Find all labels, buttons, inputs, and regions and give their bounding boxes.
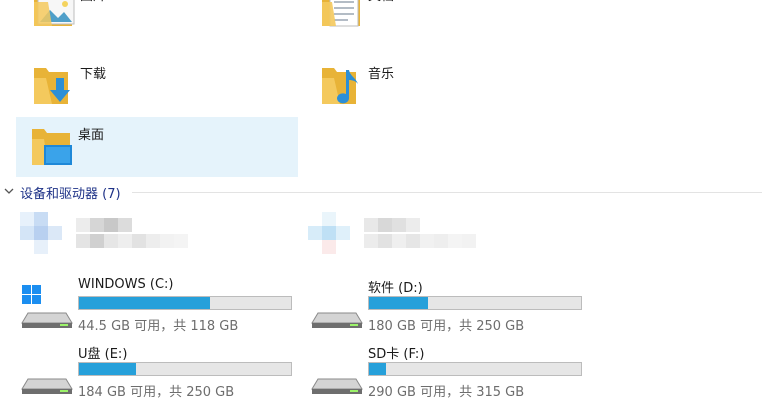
devices-section-header[interactable]: 设备和驱动器 (7) bbox=[0, 180, 770, 204]
folder-item-documents[interactable]: 文档 bbox=[306, 0, 588, 38]
drive-item-f[interactable]: SD卡 (F:) 290 GB 可用，共 315 GB bbox=[308, 343, 590, 403]
drive-name: WINDOWS (C:) bbox=[78, 277, 174, 292]
folder-item-music[interactable]: 音乐 bbox=[306, 56, 588, 116]
folder-label: 图片 bbox=[80, 0, 106, 4]
drive-name: 软件 (D:) bbox=[368, 281, 423, 296]
drive-space-text: 180 GB 可用，共 250 GB bbox=[368, 319, 525, 334]
drive-usage-fill bbox=[369, 297, 429, 309]
drive-usage-fill bbox=[79, 297, 211, 309]
chevron-down-icon[interactable] bbox=[4, 186, 14, 196]
pictures-folder-icon bbox=[34, 0, 75, 26]
folder-item-desktop[interactable]: 桌面 bbox=[16, 117, 298, 177]
drive-usage-fill bbox=[79, 363, 137, 375]
section-title: 设备和驱动器 (7) bbox=[20, 187, 121, 202]
blurred-device-item bbox=[16, 204, 206, 264]
drive-item-d[interactable]: 软件 (D:) 180 GB 可用，共 250 GB bbox=[308, 277, 590, 337]
section-divider bbox=[132, 192, 762, 193]
hard-drive-icon bbox=[311, 378, 363, 394]
drive-usage-bar bbox=[368, 296, 582, 310]
hard-drive-icon bbox=[311, 312, 363, 328]
drive-usage-bar bbox=[78, 362, 292, 376]
documents-folder-icon bbox=[322, 0, 360, 27]
drive-space-text: 44.5 GB 可用，共 118 GB bbox=[78, 319, 239, 334]
drive-name: U盘 (E:) bbox=[78, 347, 128, 362]
hard-drive-icon bbox=[21, 378, 73, 394]
folder-item-downloads[interactable]: 下载 bbox=[18, 56, 300, 116]
drive-space-text: 290 GB 可用，共 315 GB bbox=[368, 385, 525, 400]
folder-label: 下载 bbox=[80, 67, 107, 82]
music-folder-icon bbox=[322, 68, 358, 104]
folder-label: 文档 bbox=[368, 0, 394, 4]
downloads-folder-icon bbox=[34, 68, 70, 104]
drive-name: SD卡 (F:) bbox=[368, 347, 425, 362]
drive-usage-bar bbox=[368, 362, 582, 376]
drive-usage-bar bbox=[78, 296, 292, 310]
folder-item-pictures[interactable]: 图片 bbox=[18, 0, 300, 38]
drive-usage-fill bbox=[369, 363, 386, 375]
desktop-folder-icon bbox=[32, 129, 72, 165]
windows-drive-icon bbox=[21, 285, 73, 328]
drive-item-c[interactable]: WINDOWS (C:) 44.5 GB 可用，共 118 GB bbox=[18, 277, 300, 337]
folder-label: 音乐 bbox=[368, 67, 395, 82]
drive-space-text: 184 GB 可用，共 250 GB bbox=[78, 385, 235, 400]
blurred-device-item bbox=[304, 204, 494, 264]
folder-label: 桌面 bbox=[78, 128, 105, 143]
drive-item-e[interactable]: U盘 (E:) 184 GB 可用，共 250 GB bbox=[18, 343, 300, 403]
